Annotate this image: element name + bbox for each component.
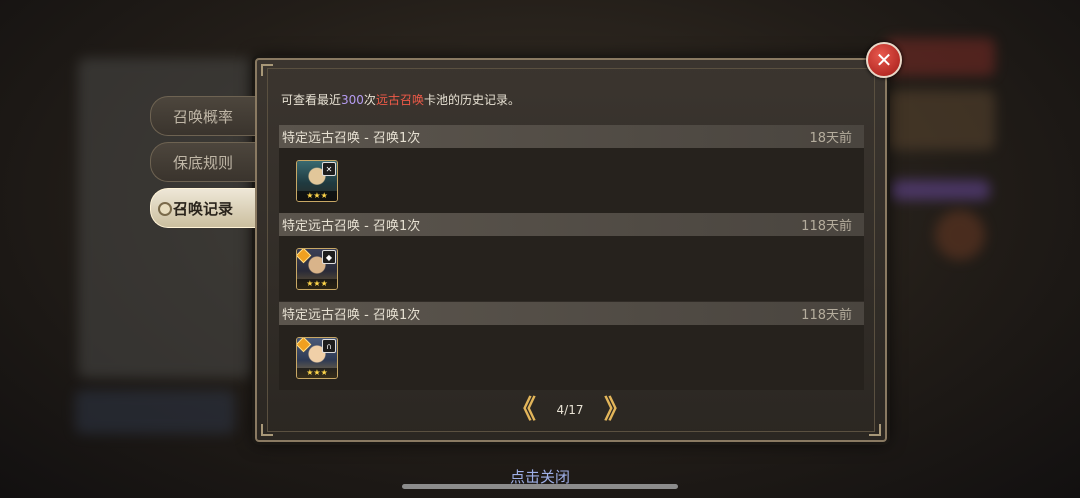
background-right-card — [885, 90, 995, 150]
next-page-icon[interactable]: 》 — [604, 397, 630, 423]
record-title: 特定远古召唤 - 召唤1次 — [282, 219, 421, 234]
record-header: 特定远古召唤 - 召唤1次 118天前 — [279, 213, 864, 236]
tab-label: 召唤记录 — [172, 199, 233, 218]
record-time: 18天前 — [809, 131, 852, 146]
tab-label: 召唤概率 — [172, 107, 233, 126]
hero-card[interactable]: ✕ ★★★ — [296, 160, 338, 202]
corner-ornament — [261, 424, 273, 436]
background-right-card — [890, 180, 990, 200]
hero-card[interactable]: ◆ ★★★ — [296, 248, 338, 290]
record-header: 特定远古召唤 - 召唤1次 118天前 — [279, 302, 864, 325]
page-indicator: 4/17 — [556, 403, 584, 417]
prev-page-icon[interactable]: 《 — [510, 397, 536, 423]
home-indicator[interactable] — [402, 484, 678, 489]
shield-icon: ◆ — [322, 250, 336, 264]
tab-summon-rate[interactable]: 召唤概率 — [150, 96, 255, 136]
close-button[interactable]: ✕ — [866, 42, 902, 78]
tab-pity-rules[interactable]: 保底规则 — [150, 142, 255, 182]
record-title: 特定远古召唤 - 召唤1次 — [282, 131, 421, 146]
background-avatar — [935, 210, 985, 260]
record-header: 特定远古召唤 - 召唤1次 18天前 — [279, 125, 864, 148]
info-count-unit: 次 — [363, 93, 376, 107]
star-rating: ★★★ — [297, 368, 337, 378]
record-body: ◆ ★★★ — [279, 236, 864, 301]
star-rating: ★★★ — [297, 191, 337, 201]
tab-active-indicator-icon — [158, 202, 172, 216]
corner-ornament — [869, 424, 881, 436]
history-info-text: 可查看最近300次远古召唤卡池的历史记录。 — [281, 91, 520, 108]
corner-ornament — [261, 64, 273, 76]
record-body: ∩ ★★★ — [279, 325, 864, 390]
tab-summon-history[interactable]: 召唤记录 — [150, 188, 255, 228]
bow-icon: ∩ — [322, 339, 336, 353]
record-time: 118天前 — [801, 308, 852, 323]
star-rating: ★★★ — [297, 279, 337, 289]
close-icon: ✕ — [875, 48, 893, 72]
background-left-button — [75, 390, 235, 434]
info-prefix: 可查看最近 — [281, 93, 342, 107]
info-suffix: 卡池的历史记录。 — [423, 93, 520, 107]
info-count: 300 — [341, 93, 364, 107]
record-body: ✕ ★★★ — [279, 148, 864, 213]
sword-crossed-icon: ✕ — [322, 162, 336, 176]
record-title: 特定远古召唤 - 召唤1次 — [282, 308, 421, 323]
record-time: 118天前 — [801, 219, 852, 234]
info-pool-name: 远古召唤 — [375, 93, 424, 107]
tab-label: 保底规则 — [172, 153, 233, 172]
pagination: 《 4/17 》 — [510, 396, 630, 424]
hero-card[interactable]: ∩ ★★★ — [296, 337, 338, 379]
